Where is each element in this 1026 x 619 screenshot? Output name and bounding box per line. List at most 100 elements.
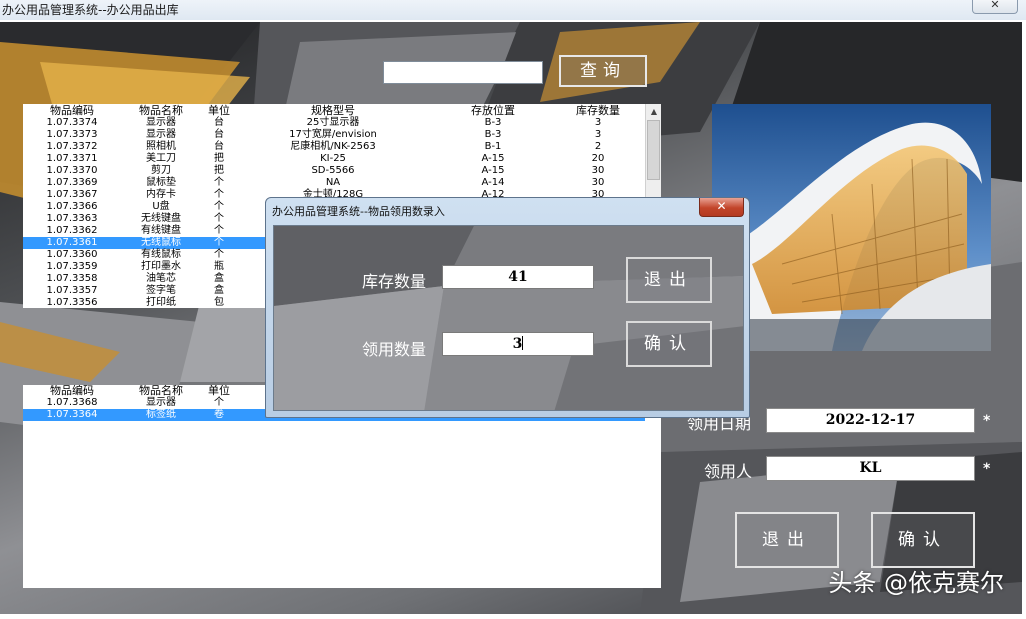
column-header-name: 物品名称 bbox=[139, 104, 183, 117]
code-cell: 1.07.3357 bbox=[46, 285, 98, 296]
search-input[interactable] bbox=[383, 61, 543, 84]
building-photo bbox=[712, 104, 991, 351]
name-cell: 无线键盘 bbox=[141, 213, 181, 224]
column-header-unit: 单位 bbox=[208, 385, 230, 397]
name-cell: 显示器 bbox=[146, 117, 176, 128]
dialog-title: 办公用品管理系统--物品领用数录入 bbox=[272, 205, 445, 218]
code-cell: 1.07.3373 bbox=[46, 129, 98, 140]
stock-table-row[interactable]: 1.07.3373 显示器 台 17寸宽屏/envision B-3 3 bbox=[23, 129, 645, 141]
column-header-unit: 单位 bbox=[208, 104, 230, 117]
code-cell: 1.07.3370 bbox=[46, 165, 98, 176]
spec-cell: 尼康相机/NK-2563 bbox=[290, 141, 376, 152]
issue-quantity-field[interactable]: 3 bbox=[442, 332, 594, 356]
name-cell: 剪刀 bbox=[151, 165, 171, 176]
unit-cell: 盒 bbox=[214, 285, 224, 296]
code-cell: 1.07.3363 bbox=[46, 213, 98, 224]
code-cell: 1.07.3368 bbox=[46, 397, 98, 408]
dialog-close-button[interactable]: ✕ bbox=[699, 198, 744, 217]
unit-cell: 个 bbox=[214, 201, 224, 212]
unit-cell: 台 bbox=[214, 129, 224, 140]
stock-table-row[interactable]: 1.07.3374 显示器 台 25寸显示器 B-3 3 bbox=[23, 117, 645, 129]
dialog-exit-button[interactable]: 退出 bbox=[626, 257, 712, 303]
name-cell: 显示器 bbox=[146, 129, 176, 140]
location-cell: B-3 bbox=[484, 117, 502, 128]
date-required-mark: * bbox=[983, 413, 991, 429]
search-button[interactable]: 查询 bbox=[559, 55, 647, 87]
unit-cell: 包 bbox=[214, 297, 224, 308]
issue-quantity-value: 3 bbox=[512, 336, 523, 352]
code-cell: 1.07.3364 bbox=[46, 409, 98, 420]
dialog-body: 库存数量 41 领用数量 3 退出 确认 bbox=[273, 225, 744, 411]
window-title: 办公用品管理系统--办公用品出库 bbox=[2, 3, 179, 17]
stock-table-row[interactable]: 1.07.3372 照相机 台 尼康相机/NK-2563 B-1 2 bbox=[23, 141, 645, 153]
name-cell: 打印纸 bbox=[146, 297, 176, 308]
quantity-cell: 20 bbox=[591, 153, 605, 164]
column-header-quantity: 库存数量 bbox=[576, 104, 620, 117]
confirm-button[interactable]: 确认 bbox=[871, 512, 975, 568]
code-cell: 1.07.3367 bbox=[46, 189, 98, 200]
unit-cell: 个 bbox=[214, 225, 224, 236]
issue-date-field[interactable]: 2022-12-17 bbox=[766, 408, 975, 433]
recipient-label: 领用人 bbox=[704, 462, 753, 481]
column-header-name: 物品名称 bbox=[139, 385, 183, 397]
name-cell: 有线鼠标 bbox=[141, 249, 181, 260]
column-header-spec: 规格型号 bbox=[311, 104, 355, 117]
name-cell: 美工刀 bbox=[146, 153, 176, 164]
unit-cell: 卷 bbox=[214, 409, 224, 420]
location-cell: A-14 bbox=[481, 177, 505, 188]
unit-cell: 个 bbox=[214, 189, 224, 200]
unit-cell: 个 bbox=[214, 177, 224, 188]
quantity-cell: 3 bbox=[594, 129, 602, 140]
code-cell: 1.07.3360 bbox=[46, 249, 98, 260]
scrollbar-thumb[interactable] bbox=[647, 120, 660, 180]
code-cell: 1.07.3366 bbox=[46, 201, 98, 212]
issue-quantity-label: 领用数量 bbox=[362, 340, 427, 359]
code-cell: 1.07.3358 bbox=[46, 273, 98, 284]
code-cell: 1.07.3371 bbox=[46, 153, 98, 164]
window-close-button[interactable]: ✕ bbox=[972, 0, 1018, 14]
column-header-code: 物品编码 bbox=[50, 104, 94, 117]
name-cell: 显示器 bbox=[146, 397, 176, 408]
window-title-bar: 办公用品管理系统--办公用品出库 ✕ bbox=[0, 0, 1026, 20]
recipient-required-mark: * bbox=[983, 461, 991, 477]
dialog-confirm-button[interactable]: 确认 bbox=[626, 321, 712, 367]
scroll-up-arrow-icon[interactable]: ▲ bbox=[646, 104, 661, 119]
unit-cell: 台 bbox=[214, 141, 224, 152]
stock-table-row[interactable]: 1.07.3371 美工刀 把 KI-25 A-15 20 bbox=[23, 153, 645, 165]
quantity-cell: 30 bbox=[591, 177, 605, 188]
spec-cell: KI-25 bbox=[320, 153, 346, 164]
quantity-cell: 3 bbox=[594, 117, 602, 128]
stock-quantity-label: 库存数量 bbox=[362, 272, 427, 291]
column-header-code: 物品编码 bbox=[50, 385, 94, 397]
unit-cell: 把 bbox=[214, 153, 224, 164]
unit-cell: 盒 bbox=[214, 273, 224, 284]
stock-table-row[interactable]: 1.07.3369 鼠标垫 个 NA A-14 30 bbox=[23, 177, 645, 189]
name-cell: 签字笔 bbox=[146, 285, 176, 296]
code-cell: 1.07.3361 bbox=[46, 237, 98, 248]
recipient-field[interactable]: KL bbox=[766, 456, 975, 481]
code-cell: 1.07.3359 bbox=[46, 261, 98, 272]
name-cell: 内存卡 bbox=[146, 189, 176, 200]
stock-table-header: 物品编码 物品名称 单位 规格型号 存放位置 库存数量 bbox=[23, 105, 645, 117]
location-cell: A-15 bbox=[481, 165, 505, 176]
spec-cell: 17寸宽屏/envision bbox=[289, 129, 377, 140]
unit-cell: 个 bbox=[214, 397, 224, 408]
stock-table-row[interactable]: 1.07.3370 剪刀 把 SD-5566 A-15 30 bbox=[23, 165, 645, 177]
code-cell: 1.07.3356 bbox=[46, 297, 98, 308]
quantity-entry-dialog: 办公用品管理系统--物品领用数录入 ✕ 库存数量 41 领用数量 3 退出 确认 bbox=[265, 197, 750, 418]
stock-quantity-field[interactable]: 41 bbox=[442, 265, 594, 289]
exit-button[interactable]: 退出 bbox=[735, 512, 839, 568]
spec-cell: SD-5566 bbox=[311, 165, 355, 176]
text-caret bbox=[522, 336, 524, 350]
code-cell: 1.07.3369 bbox=[46, 177, 98, 188]
name-cell: 打印墨水 bbox=[141, 261, 181, 272]
location-cell: A-15 bbox=[481, 153, 505, 164]
unit-cell: 瓶 bbox=[214, 261, 224, 272]
name-cell: U盘 bbox=[152, 201, 170, 212]
name-cell: 照相机 bbox=[146, 141, 176, 152]
spec-cell: NA bbox=[325, 177, 341, 188]
name-cell: 无线鼠标 bbox=[141, 237, 181, 248]
name-cell: 鼠标垫 bbox=[146, 177, 176, 188]
name-cell: 标签纸 bbox=[146, 409, 176, 420]
location-cell: B-3 bbox=[484, 129, 502, 140]
